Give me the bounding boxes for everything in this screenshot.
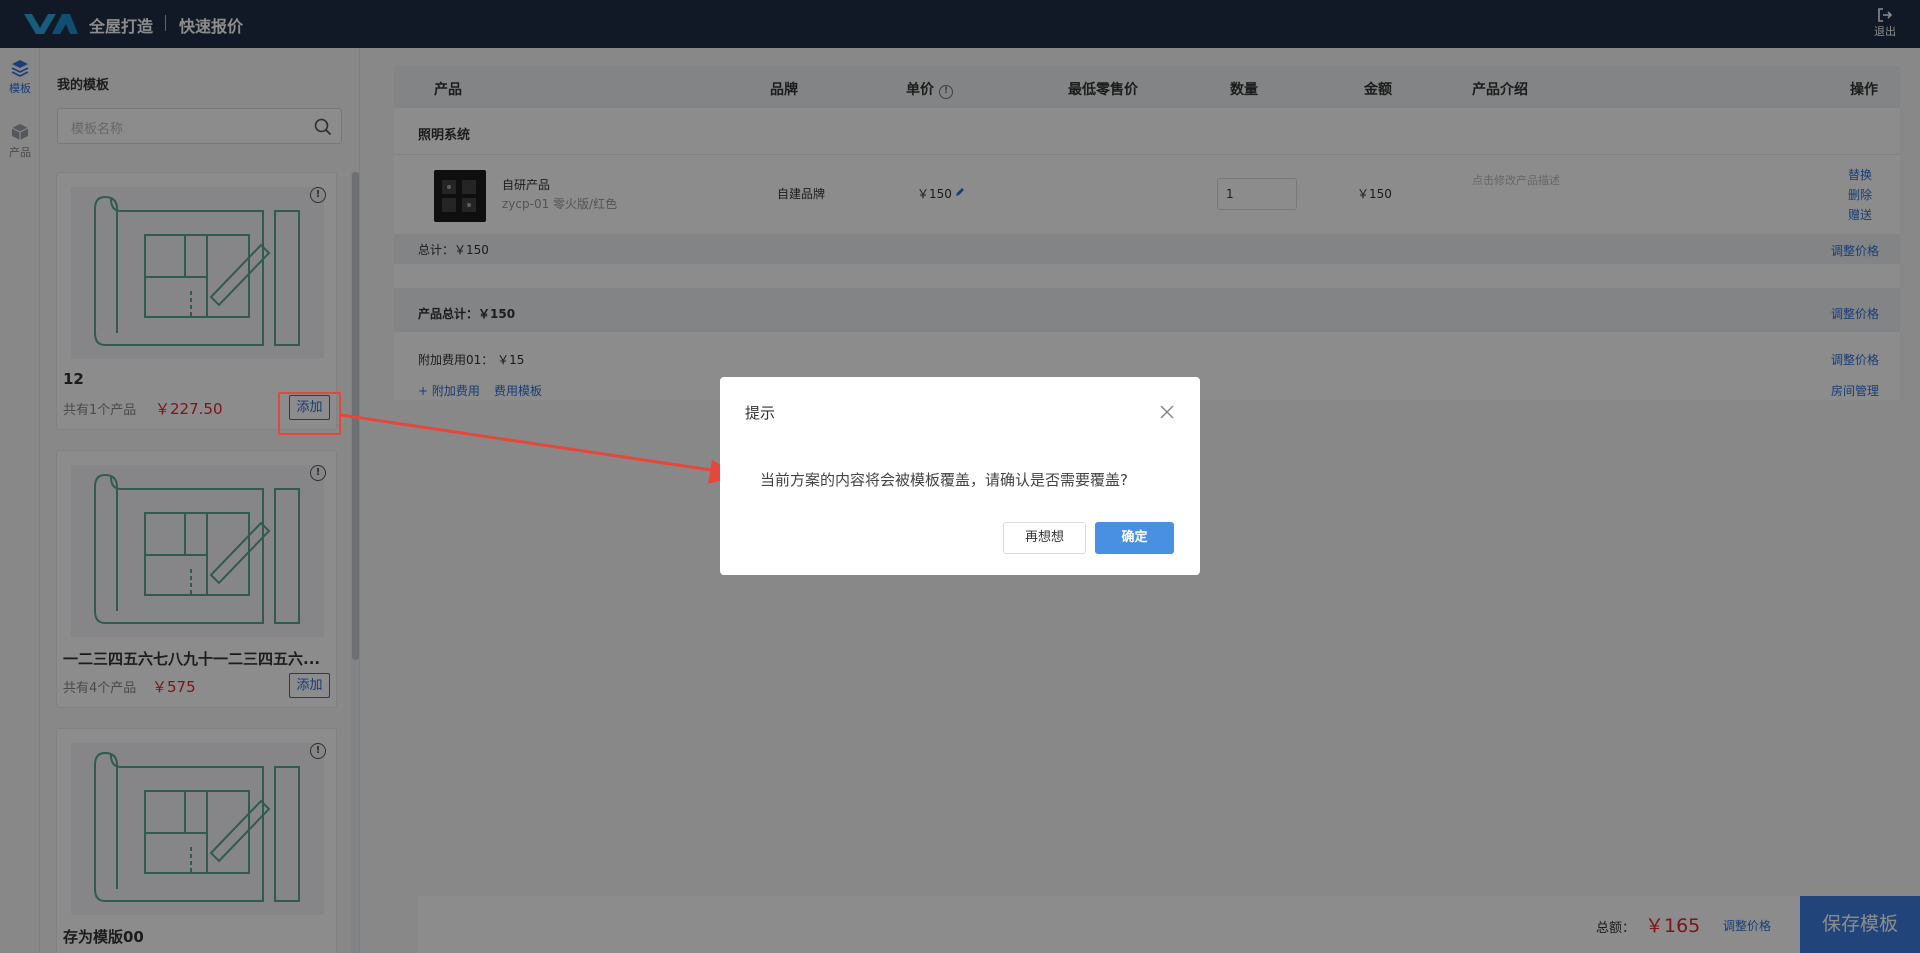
close-icon[interactable] bbox=[1158, 403, 1176, 421]
cancel-button[interactable]: 再想想 bbox=[1003, 522, 1086, 554]
dialog-title: 提示 bbox=[745, 404, 776, 422]
confirm-dialog: 提示 当前方案的内容将会被模板覆盖，请确认是否需要覆盖? 再想想 确定 bbox=[720, 377, 1200, 575]
dialog-message: 当前方案的内容将会被模板覆盖，请确认是否需要覆盖? bbox=[760, 471, 1128, 489]
annotation-highlight-box bbox=[278, 392, 341, 435]
confirm-button[interactable]: 确定 bbox=[1095, 522, 1174, 554]
